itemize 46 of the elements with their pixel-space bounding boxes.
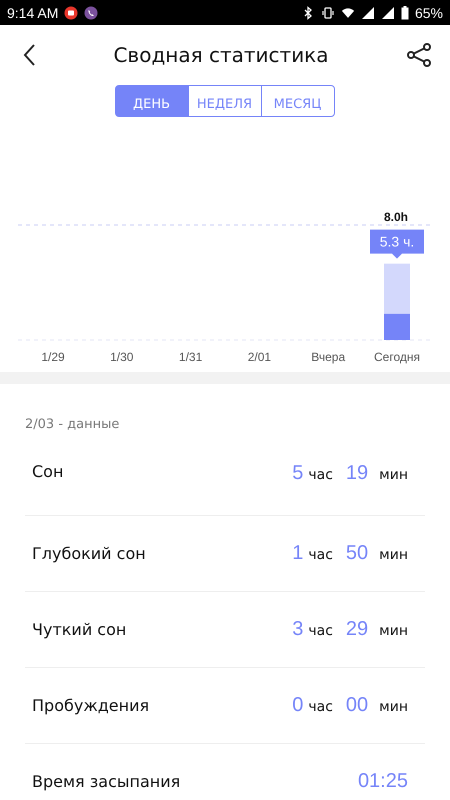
stat-number: 1 xyxy=(292,542,304,565)
period-tab[interactable]: МЕСЯЦ xyxy=(260,85,334,117)
wifi-icon xyxy=(340,6,355,20)
axis-label: 1/30 xyxy=(110,350,134,364)
axis-label: 1/31 xyxy=(178,350,202,364)
stat-label: Пробуждения xyxy=(32,696,150,715)
phone-notification-icon xyxy=(84,6,98,20)
stat-number: 19 xyxy=(346,462,368,485)
stat-unit: мин xyxy=(379,623,408,639)
stat-label: Сон xyxy=(32,462,64,481)
period-tab[interactable]: ДЕНЬ xyxy=(114,85,188,117)
axis-label: 1/29 xyxy=(41,350,65,364)
signal-icon xyxy=(360,6,375,20)
stat-label: Чуткий сон xyxy=(32,620,126,639)
stat-number: 29 xyxy=(346,618,368,641)
value-tooltip: 5.3 ч. xyxy=(370,230,424,259)
signal-icon xyxy=(380,6,395,20)
axis-label: Вчера xyxy=(311,350,346,364)
stat-number: 00 xyxy=(346,694,368,717)
page-title: Сводная статистика xyxy=(113,43,329,67)
stat-unit: мин xyxy=(379,467,408,483)
stat-number: 5 xyxy=(292,462,304,485)
axis-label: Сегодня xyxy=(374,350,420,364)
period-tab[interactable]: НЕДЕЛЯ xyxy=(188,85,262,117)
stat-number: 0 xyxy=(292,694,304,717)
battery-percent: 65% xyxy=(414,4,443,20)
battery-icon xyxy=(400,6,409,20)
stat-unit: час xyxy=(308,467,333,483)
status-time: 9:14 AM xyxy=(7,4,58,20)
axis-max-label: 8.0h xyxy=(384,210,408,224)
vibrate-icon xyxy=(320,6,335,20)
stat-unit: час xyxy=(308,623,333,639)
stat-number: 3 xyxy=(292,618,304,641)
section-title: 2/03 - данные xyxy=(24,416,120,434)
stat-label: Глубокий сон xyxy=(32,544,146,563)
stat-number: 50 xyxy=(346,542,368,565)
stat-unit: час xyxy=(308,699,333,715)
share-icon[interactable] xyxy=(406,42,432,68)
stat-unit: мин xyxy=(379,699,408,715)
stat-label: Время засыпания xyxy=(32,772,180,791)
stat-time: 01:25 xyxy=(358,770,408,793)
stat-unit: час xyxy=(308,547,333,563)
axis-label: 2/01 xyxy=(248,350,272,364)
back-icon[interactable] xyxy=(22,43,36,67)
stat-unit: мин xyxy=(379,547,408,563)
app-notification-icon xyxy=(64,6,78,20)
